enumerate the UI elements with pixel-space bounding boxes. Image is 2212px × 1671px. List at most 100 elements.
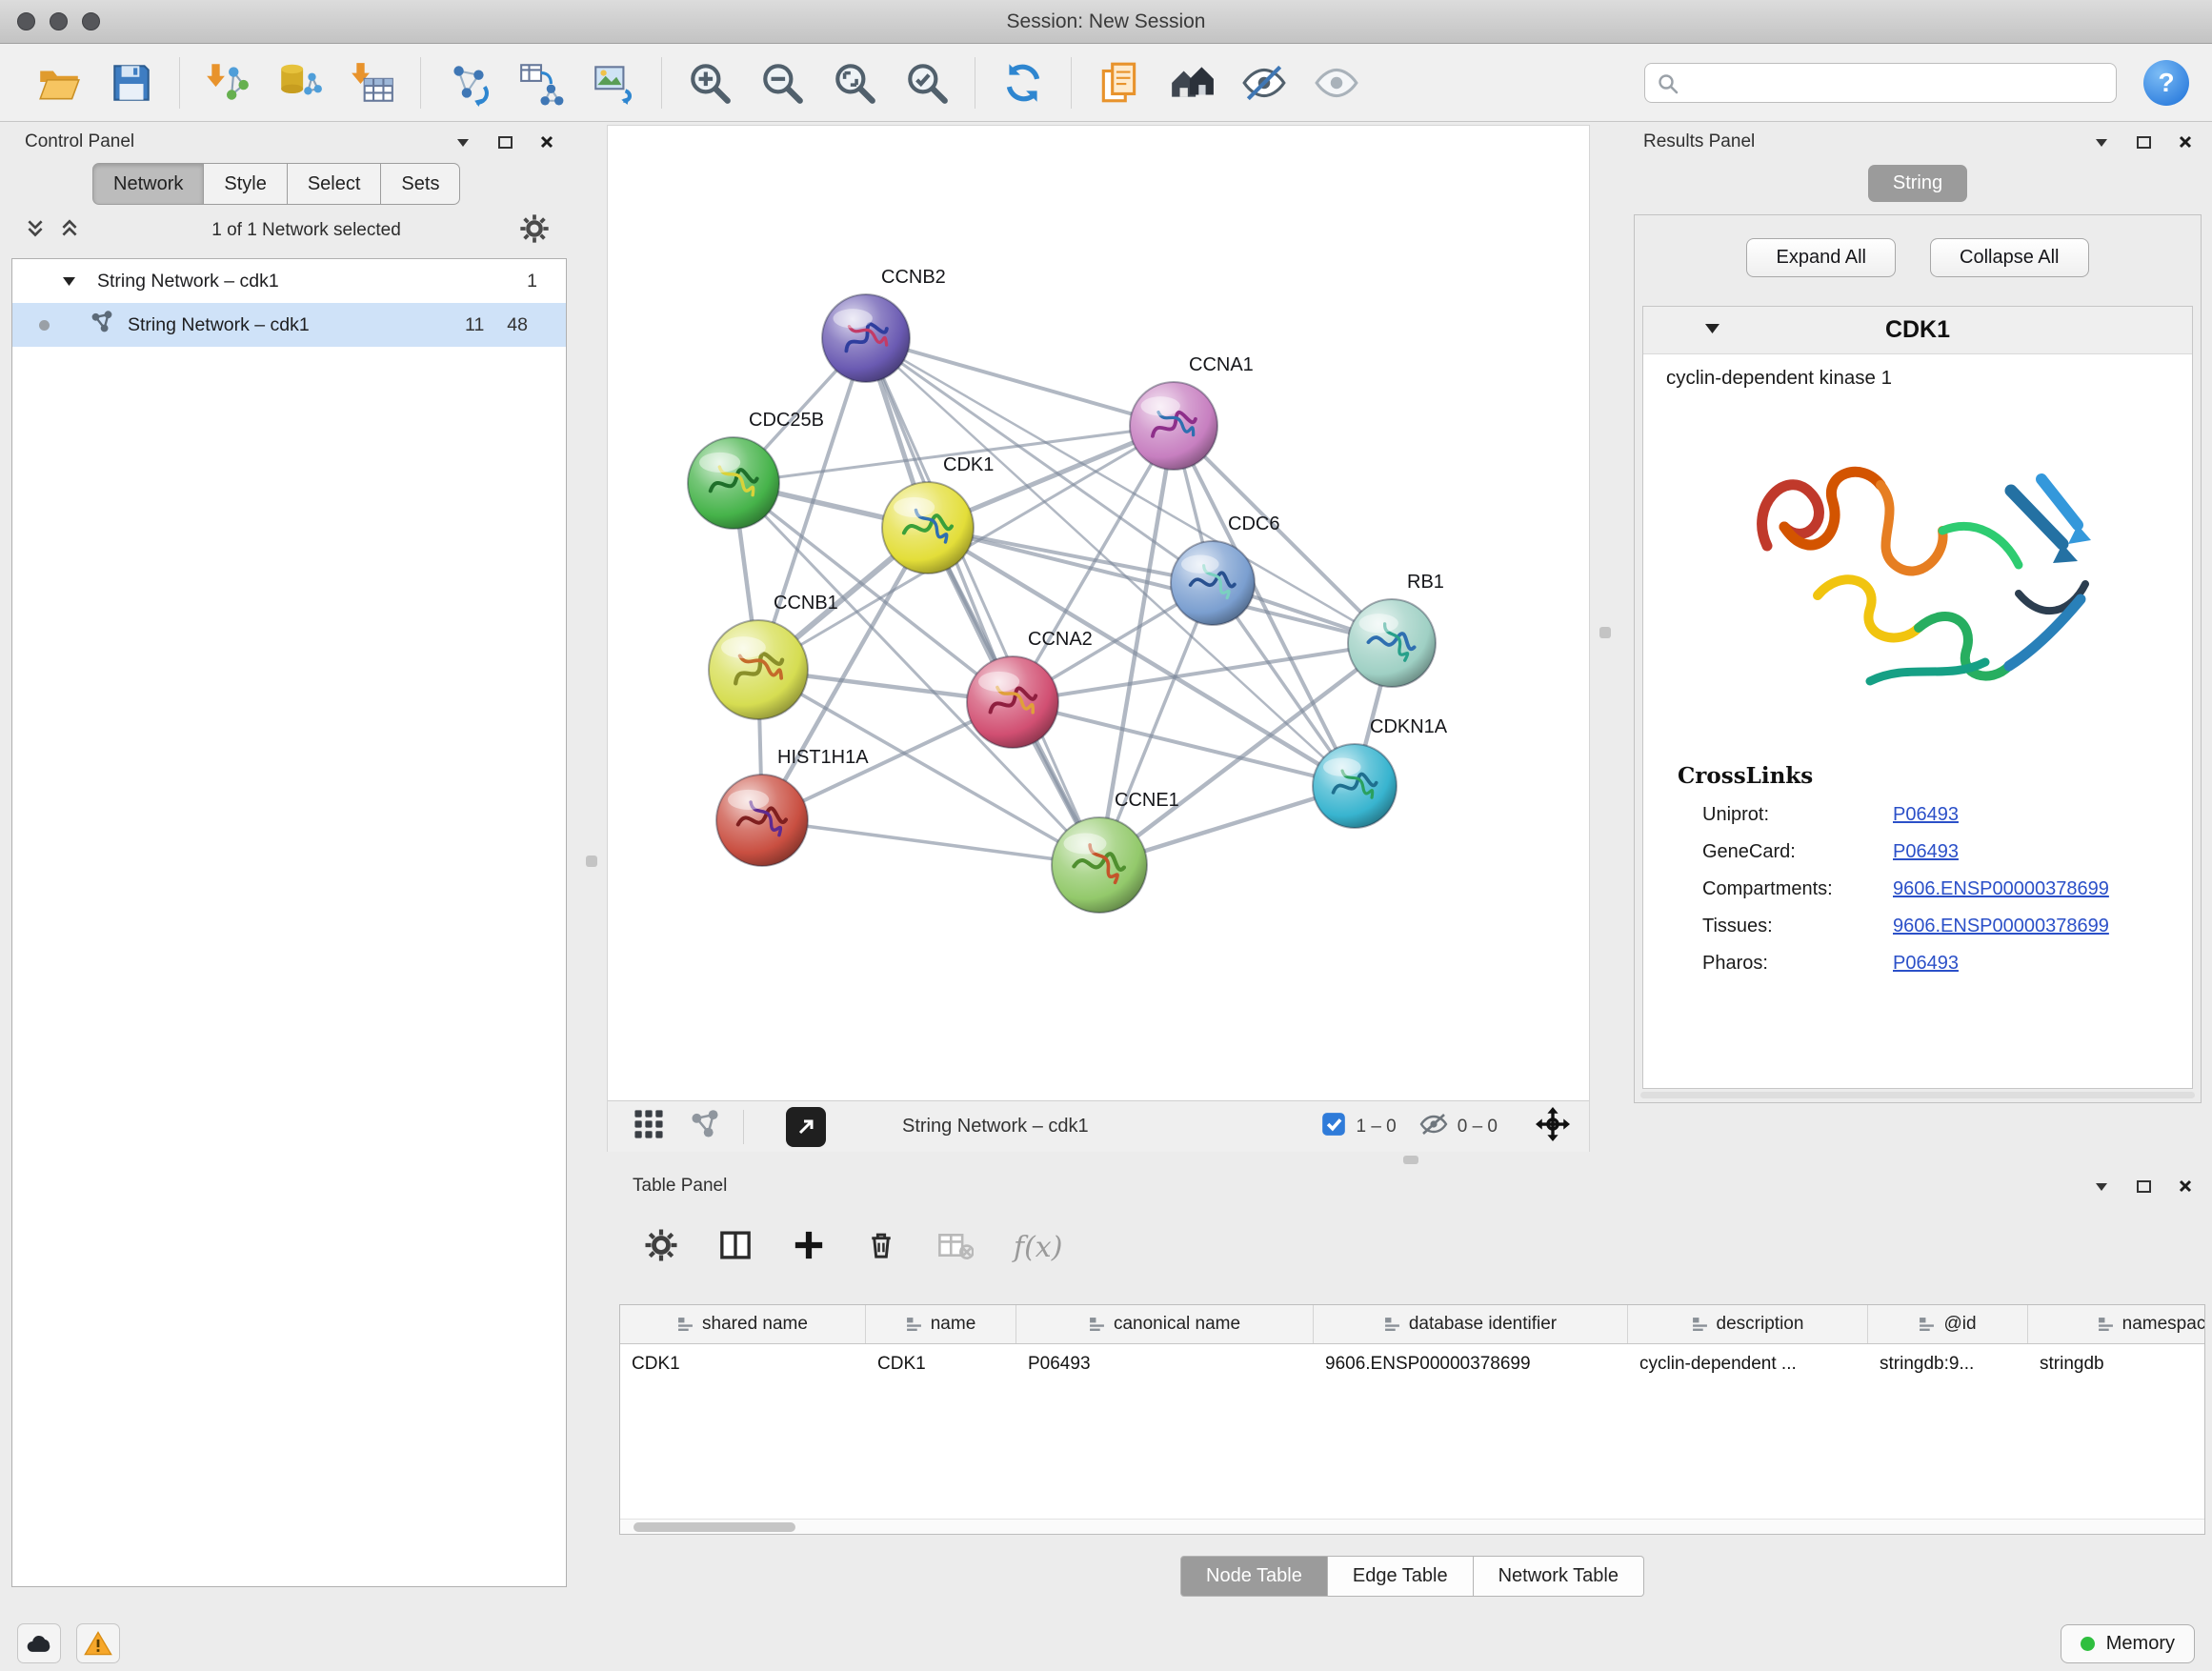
- tab-string[interactable]: String: [1868, 165, 1967, 202]
- column-header-database-identifier[interactable]: database identifier: [1314, 1305, 1628, 1343]
- network-node-ccnb1[interactable]: CCNB1: [709, 593, 838, 719]
- network-node-rb1[interactable]: RB1: [1348, 572, 1444, 687]
- network-from-table-button[interactable]: [514, 56, 568, 110]
- splitter-handle[interactable]: [586, 856, 597, 867]
- panel-menu-icon[interactable]: [452, 131, 473, 152]
- collapse-all-button[interactable]: Collapse All: [1930, 238, 2089, 277]
- home-layout-button[interactable]: [1165, 56, 1218, 110]
- warnings-button[interactable]: [76, 1623, 120, 1663]
- import-table-button[interactable]: [346, 56, 399, 110]
- float-window-icon[interactable]: [2133, 131, 2154, 152]
- tab-style[interactable]: Style: [204, 163, 287, 205]
- close-panel-icon[interactable]: [2175, 131, 2196, 152]
- tab-select[interactable]: Select: [288, 163, 382, 205]
- grid-view-icon[interactable]: [633, 1108, 665, 1145]
- cloud-status-button[interactable]: [17, 1623, 61, 1663]
- network-node-cdc25b[interactable]: CDC25B: [688, 410, 824, 529]
- clone-network-button[interactable]: [1093, 56, 1146, 110]
- selected-checkbox-icon[interactable]: [1321, 1112, 1346, 1141]
- results-scrollbar[interactable]: [1640, 1092, 2195, 1098]
- network-edge[interactable]: [866, 338, 1099, 865]
- import-network-file-button[interactable]: [201, 56, 254, 110]
- window-title: Session: New Session: [0, 10, 2212, 33]
- column-header-shared-name[interactable]: shared name: [620, 1305, 866, 1343]
- float-window-icon[interactable]: [494, 131, 515, 152]
- import-network-database-button[interactable]: [273, 56, 327, 110]
- scrollbar-thumb[interactable]: [633, 1522, 795, 1532]
- panel-menu-icon[interactable]: [2091, 131, 2112, 152]
- collection-expand-icon[interactable]: [62, 271, 76, 292]
- tab-network-table[interactable]: Network Table: [1474, 1556, 1644, 1597]
- column-type-icon: [1089, 1317, 1105, 1333]
- network-collection-row[interactable]: String Network – cdk1 1: [12, 259, 566, 303]
- zoom-selected-button[interactable]: [900, 56, 954, 110]
- toolbar-separator: [179, 57, 180, 109]
- expand-all-networks-icon[interactable]: [25, 218, 46, 244]
- crosslink-value-link[interactable]: P06493: [1893, 953, 1959, 975]
- export-image-button[interactable]: [587, 56, 640, 110]
- window-close-button[interactable]: [17, 12, 35, 30]
- panel-menu-icon[interactable]: [2091, 1176, 2112, 1197]
- add-column-icon[interactable]: [793, 1229, 825, 1266]
- close-panel-icon[interactable]: [2175, 1176, 2196, 1197]
- zoom-fit-button[interactable]: [828, 56, 881, 110]
- splitter-handle[interactable]: [1599, 627, 1611, 638]
- tab-network[interactable]: Network: [92, 163, 204, 205]
- network-options-gear-icon[interactable]: [519, 213, 550, 249]
- network-graph[interactable]: CCNB2CCNA1CDC25BCDK1CDC6RB1CCNB1CCNA2CDK…: [608, 126, 1589, 1099]
- tab-edge-table[interactable]: Edge Table: [1328, 1556, 1474, 1597]
- save-session-button[interactable]: [105, 56, 158, 110]
- table-settings-gear-icon[interactable]: [644, 1228, 678, 1267]
- crosslink-value-link[interactable]: P06493: [1893, 804, 1959, 826]
- delete-table-icon[interactable]: [937, 1229, 974, 1266]
- birds-eye-view-icon[interactable]: [690, 1109, 720, 1144]
- edit-network-button[interactable]: [442, 56, 495, 110]
- toolbar-separator: [1071, 57, 1072, 109]
- tab-node-table[interactable]: Node Table: [1180, 1556, 1328, 1597]
- help-button[interactable]: ?: [2143, 60, 2189, 106]
- crosslink-value-link[interactable]: P06493: [1893, 841, 1959, 863]
- column-header-namespac[interactable]: namespac: [2028, 1305, 2205, 1343]
- crosslink-label: GeneCard:: [1702, 841, 1893, 863]
- function-builder-button[interactable]: f(x): [1014, 1231, 1062, 1264]
- hidden-eye-icon[interactable]: [1419, 1112, 1448, 1141]
- float-window-icon[interactable]: [2133, 1176, 2154, 1197]
- network-canvas[interactable]: CCNB2CCNA1CDC25BCDK1CDC6RB1CCNB1CCNA2CDK…: [608, 126, 1589, 1100]
- collapse-gene-icon[interactable]: [1704, 322, 1720, 339]
- network-node-ccnb2[interactable]: CCNB2: [822, 267, 946, 382]
- zoom-out-button[interactable]: [755, 56, 809, 110]
- splitter-handle[interactable]: [1403, 1156, 1418, 1164]
- table-horizontal-scrollbar[interactable]: [620, 1519, 2204, 1534]
- column-header--id[interactable]: @id: [1868, 1305, 2028, 1343]
- column-header-canonical-name[interactable]: canonical name: [1016, 1305, 1314, 1343]
- tab-sets[interactable]: Sets: [381, 163, 460, 205]
- window-zoom-button[interactable]: [82, 12, 100, 30]
- hide-graphics-details-button[interactable]: [1237, 56, 1291, 110]
- zoom-in-button[interactable]: [683, 56, 736, 110]
- show-graphics-details-button[interactable]: [1310, 56, 1363, 110]
- window-minimize-button[interactable]: [50, 12, 68, 30]
- zoom-in-icon: [686, 59, 734, 107]
- collapse-all-networks-icon[interactable]: [59, 218, 80, 244]
- crosslink-value-link[interactable]: 9606.ENSP00000378699: [1893, 916, 2109, 937]
- close-panel-icon[interactable]: [536, 131, 557, 152]
- memory-button[interactable]: Memory: [2061, 1624, 2195, 1663]
- network-edge[interactable]: [762, 820, 1099, 865]
- export-view-button[interactable]: [786, 1107, 826, 1147]
- expand-all-button[interactable]: Expand All: [1746, 238, 1896, 277]
- network-node-hist1h1a[interactable]: HIST1H1A: [716, 747, 869, 866]
- network-row[interactable]: String Network – cdk1 11 48: [12, 303, 566, 347]
- column-header-description[interactable]: description: [1628, 1305, 1868, 1343]
- network-node-ccna1[interactable]: CCNA1: [1130, 354, 1254, 470]
- network-view: CCNB2CCNA1CDC25BCDK1CDC6RB1CCNB1CCNA2CDK…: [607, 125, 1590, 1152]
- table-row[interactable]: CDK1CDK1P064939606.ENSP00000378699cyclin…: [620, 1344, 2204, 1384]
- column-header-name[interactable]: name: [866, 1305, 1016, 1343]
- search-input[interactable]: [1644, 63, 2117, 103]
- refresh-button[interactable]: [996, 56, 1050, 110]
- open-session-button[interactable]: [32, 56, 86, 110]
- select-columns-icon[interactable]: [718, 1228, 753, 1267]
- crosslink-value-link[interactable]: 9606.ENSP00000378699: [1893, 878, 2109, 900]
- network-node-cdkn1a[interactable]: CDKN1A: [1313, 716, 1448, 828]
- pan-crosshair-icon[interactable]: [1536, 1107, 1570, 1146]
- delete-column-icon[interactable]: [865, 1229, 897, 1266]
